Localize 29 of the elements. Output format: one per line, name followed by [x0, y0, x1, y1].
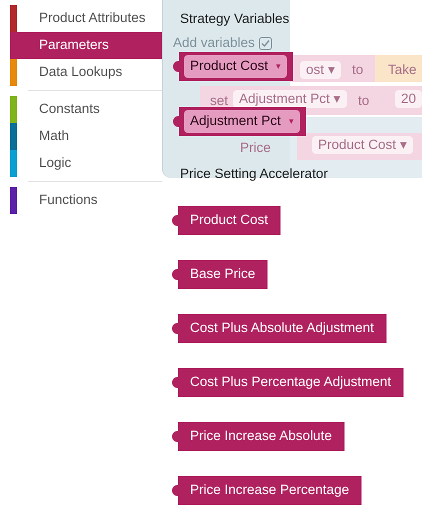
faded-field: 20	[395, 90, 422, 108]
function-block[interactable]: Price Increase Absolute	[170, 422, 345, 451]
faded-field: ost ▾	[300, 61, 341, 79]
function-block[interactable]: Product Cost	[170, 206, 282, 235]
variable-block[interactable]: Product Cost ▾	[171, 52, 294, 81]
variable-block[interactable]: Adjustment Pct ▾	[171, 107, 306, 136]
faded-field: Adjustment Pct ▾	[233, 90, 347, 108]
function-block[interactable]: Base Price	[170, 260, 268, 289]
category-item[interactable]: Product Attributes	[10, 5, 162, 32]
category-item[interactable]: Data Lookups	[10, 59, 162, 86]
category-item[interactable]: Functions	[10, 187, 162, 214]
faded-label: to	[352, 61, 364, 79]
variable-dropdown[interactable]: Product Cost ▾	[184, 55, 288, 78]
add-variables-checkbox[interactable]	[258, 37, 272, 50]
function-block[interactable]: Cost Plus Percentage Adjustment	[170, 368, 404, 397]
variable-dropdown[interactable]: Adjustment Pct ▾	[184, 110, 300, 133]
add-variables-label: Add variables	[173, 34, 255, 52]
flyout-heading: Price Setting Accelerator	[180, 165, 329, 182]
faded-label: to	[358, 92, 370, 110]
category-item[interactable]: Logic	[10, 150, 162, 177]
faded-label: set	[210, 92, 228, 110]
faded-label: Price	[240, 139, 271, 157]
faded-field: Product Cost ▾	[312, 136, 413, 154]
faded-label: Take	[388, 61, 417, 79]
function-block[interactable]: Price Increase Percentage	[170, 476, 362, 505]
category-item[interactable]: Constants	[10, 96, 162, 123]
category-item[interactable]: Math	[10, 123, 162, 150]
function-block[interactable]: Cost Plus Absolute Adjustment	[170, 314, 387, 343]
flyout-heading: Strategy Variables	[180, 10, 290, 27]
